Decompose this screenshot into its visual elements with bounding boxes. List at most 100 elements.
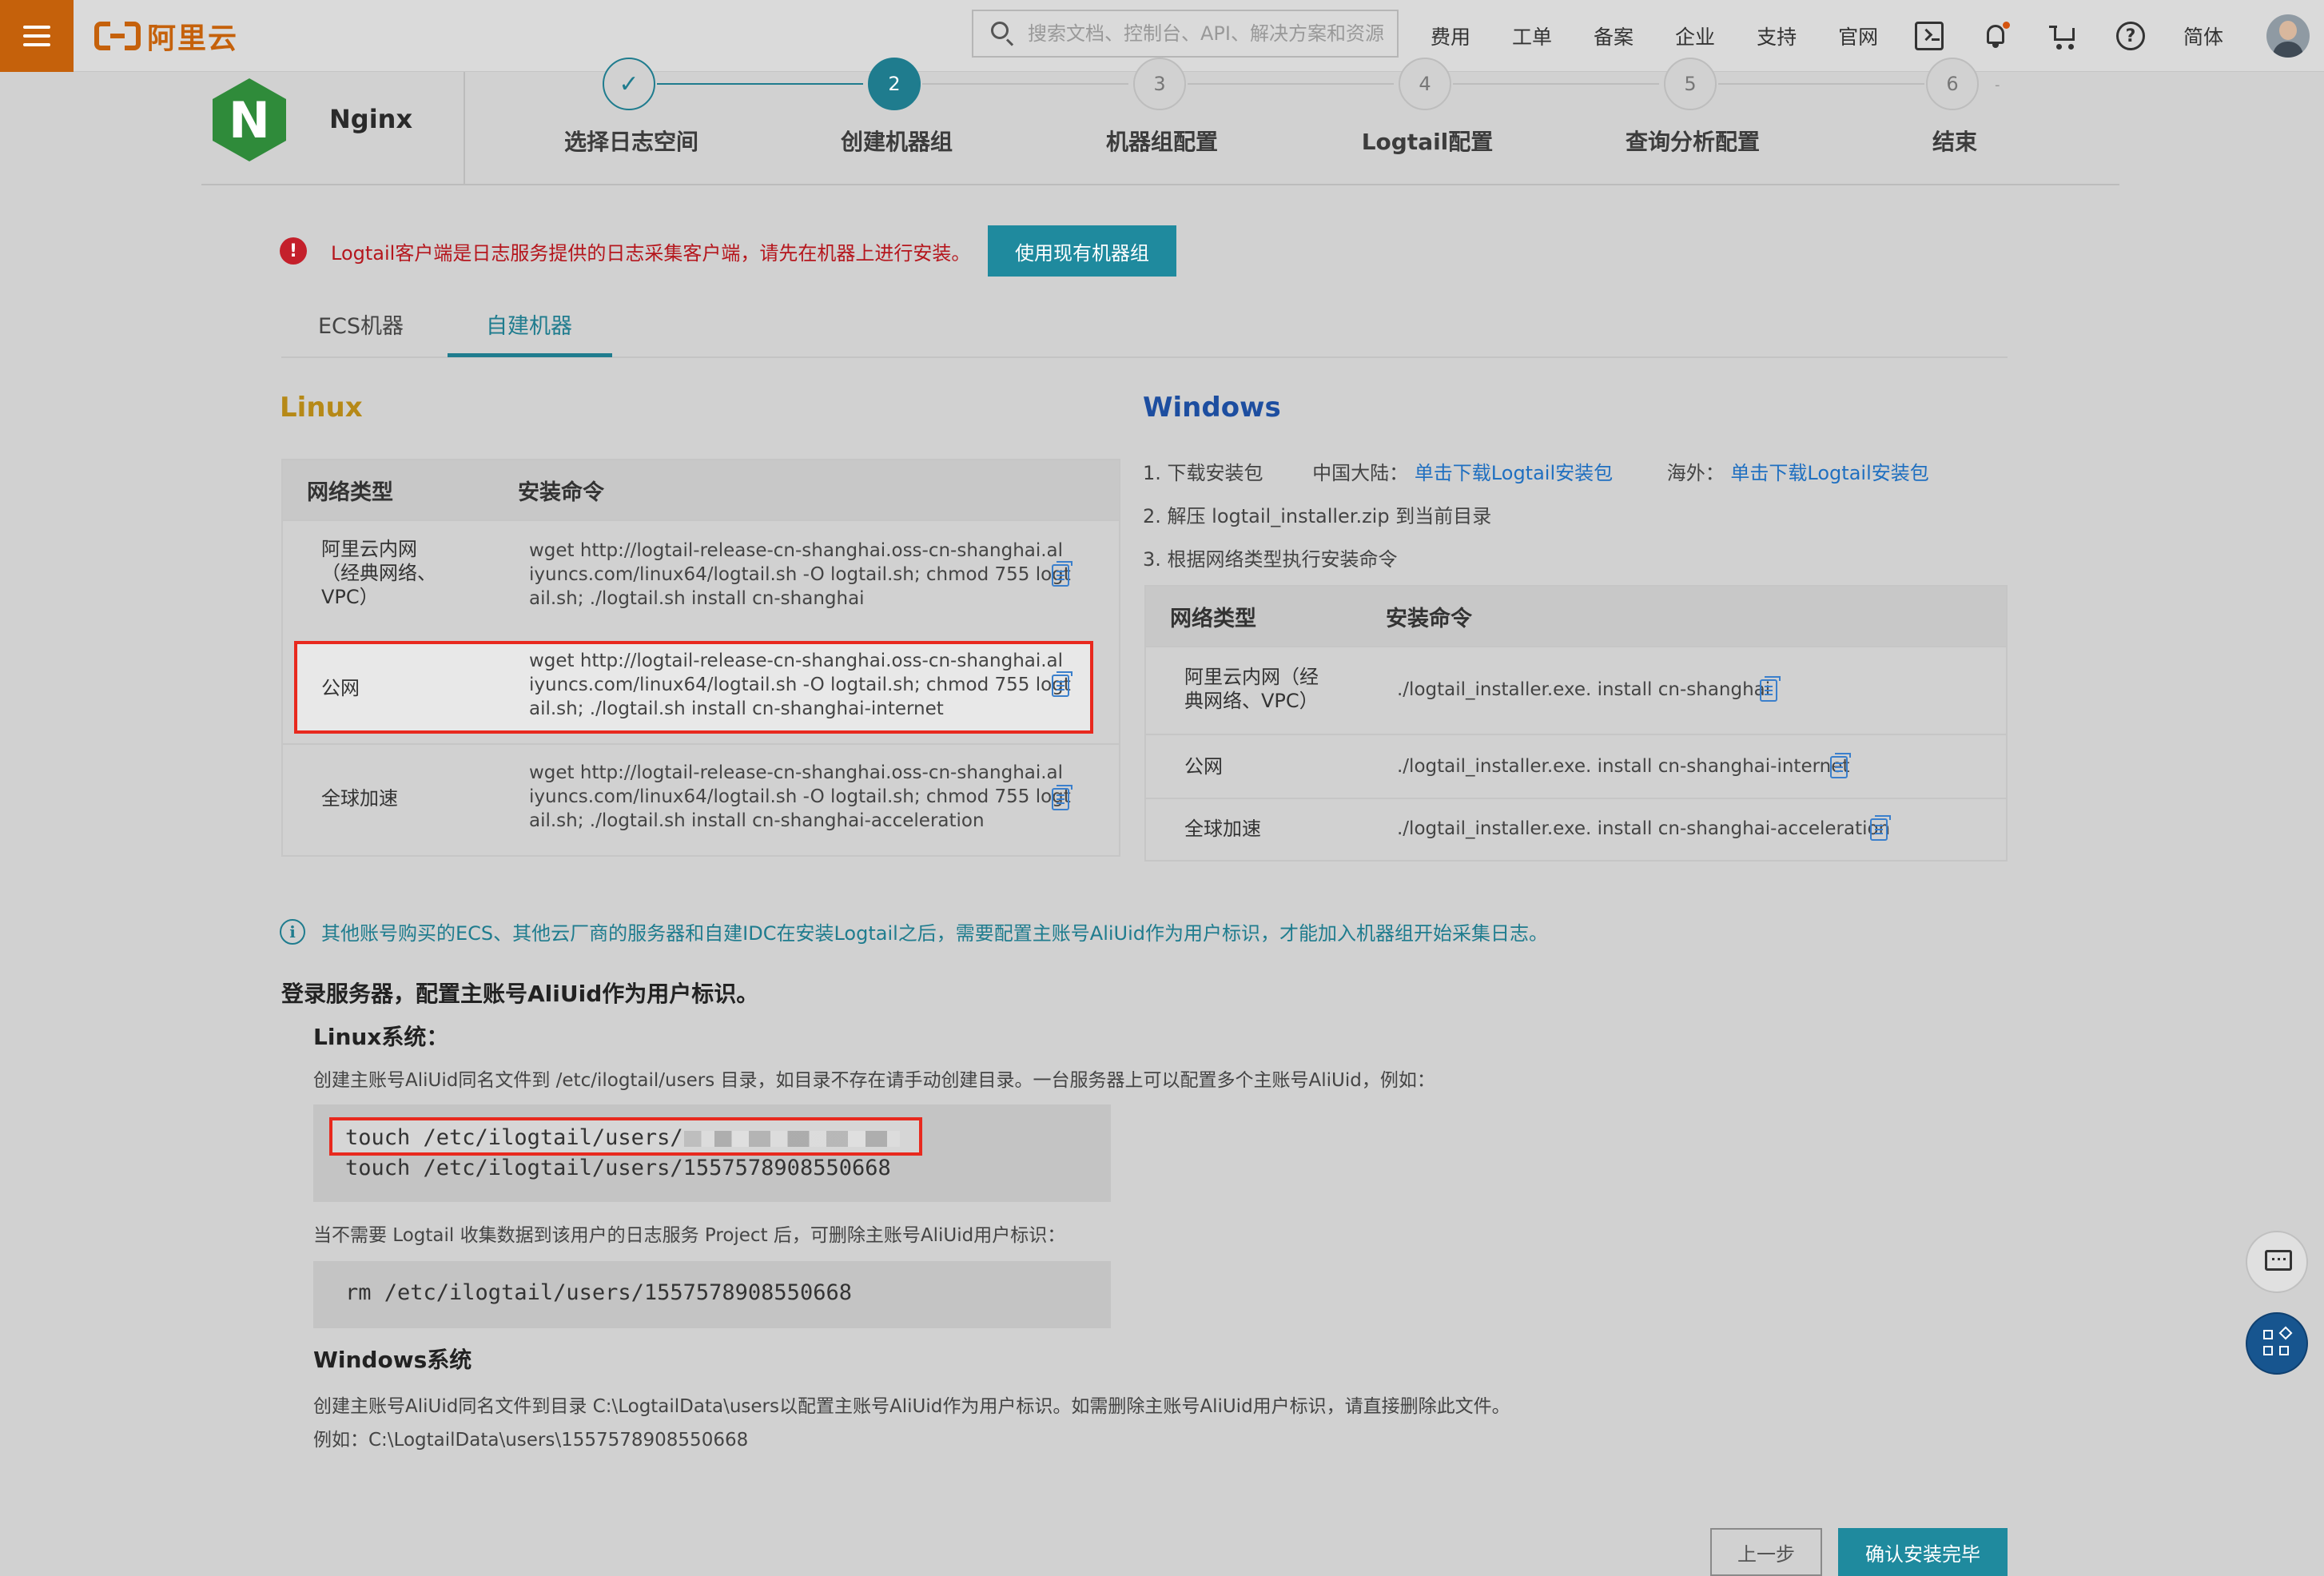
install-alert: ! Logtail客户端是日志服务提供的日志采集客户端，请先在机器上进行安装。	[280, 225, 970, 277]
terminal-icon[interactable]	[1915, 22, 1944, 50]
aliyun-logo[interactable]: 阿里云	[94, 18, 239, 55]
info-icon: i	[280, 918, 305, 945]
command-line: iyuncs.com/linux64/logtail.sh -O logtail…	[529, 786, 1071, 807]
linux-system-desc: 创建主账号AliUid同名文件到 /etc/ilogtail/users 目录，…	[313, 1070, 1435, 1091]
nginx-icon: N	[213, 78, 286, 161]
windows-title: Windows	[1143, 392, 1281, 424]
network-type-line: 全球加速	[1184, 818, 1261, 840]
col-network-type: 网络类型	[1170, 606, 1256, 631]
machine-tabs: ECS机器 自建机器	[281, 297, 2008, 358]
network-type: 阿里云内网（经 典网络、VPC）	[1184, 665, 1319, 713]
tab-ecs[interactable]: ECS机器	[318, 308, 404, 340]
info-text: 其他账号购买的ECS、其他云厂商的服务器和自建IDC在安装Logtail之后，需…	[321, 922, 1549, 945]
table-row: 全球加速 ./logtail_installer.exe. install cn…	[1146, 798, 2006, 860]
step-6-circle: 6	[1926, 58, 1979, 110]
link-support[interactable]: 支持	[1757, 22, 1797, 50]
windows-step-2: 2. 解压 logtail_installer.zip 到当前目录	[1143, 505, 1492, 527]
windows-system-desc: 创建主账号AliUid同名文件到目录 C:\LogtailData\users以…	[313, 1396, 1510, 1417]
linux-install-table: 网络类型 安装命令 阿里云内网 （经典网络、 VPC） wget http://…	[281, 459, 1120, 857]
copy-icon[interactable]	[1052, 671, 1072, 697]
link-tickets[interactable]: 工单	[1512, 22, 1552, 50]
network-type-line: 全球加速	[321, 787, 398, 810]
remove-desc: 当不需要 Logtail 收集数据到该用户的日志服务 Project 后，可删除…	[313, 1225, 1066, 1246]
copy-icon[interactable]	[1830, 753, 1851, 778]
apps-icon[interactable]	[2246, 1312, 2308, 1375]
help-icon[interactable]: ?	[2116, 22, 2145, 50]
windows-system-title: Windows系统	[313, 1347, 472, 1373]
step-3-label: 机器组配置	[1105, 129, 1218, 155]
command-line: wget http://logtail-release-cn-shanghai.…	[529, 651, 1064, 671]
download-link-overseas[interactable]: 单击下载Logtail安装包	[1730, 462, 1928, 484]
network-type-line: VPC）	[321, 586, 379, 608]
overseas-label: 海外：	[1666, 462, 1725, 484]
info-notice: i 其他账号购买的ECS、其他云厂商的服务器和自建IDC在安装Logtail之后…	[280, 917, 1548, 945]
top-icons: ? 简体	[1915, 0, 2310, 72]
network-type-line: 阿里云内网（经	[1184, 666, 1319, 688]
table-row: 公网 ./logtail_installer.exe. install cn-s…	[1146, 734, 2006, 798]
tab-custom-machine[interactable]: 自建机器	[486, 308, 572, 340]
link-official-site[interactable]: 官网	[1838, 22, 1878, 50]
linux-title: Linux	[280, 392, 363, 424]
step-2-label: 创建机器组	[840, 129, 953, 155]
link-icp[interactable]: 备案	[1594, 22, 1634, 50]
network-type-line: 公网	[1184, 755, 1223, 778]
step-1-text: 1. 下载安装包	[1143, 462, 1263, 484]
network-type: 全球加速	[1184, 817, 1261, 841]
copy-icon[interactable]	[1870, 815, 1891, 841]
step-connector	[657, 83, 863, 85]
step-1-circle: ✓	[603, 58, 655, 110]
step-4-circle: 4	[1399, 58, 1451, 110]
download-link-cn[interactable]: 单击下载Logtail安装包	[1415, 462, 1613, 484]
chat-icon[interactable]	[2246, 1231, 2308, 1293]
cart-icon[interactable]	[2049, 22, 2078, 50]
code-line: touch /etc/ilogtail/users/	[345, 1125, 683, 1150]
command-line: wget http://logtail-release-cn-shanghai.…	[529, 540, 1064, 561]
search-icon	[989, 20, 1017, 47]
network-type-line: 典网络、VPC）	[1184, 690, 1319, 712]
link-billing[interactable]: 费用	[1431, 22, 1470, 50]
col-network-type: 网络类型	[307, 480, 393, 505]
col-install-command: 安装命令	[1386, 606, 1472, 631]
command-line: ail.sh; ./logtail.sh install cn-shanghai…	[529, 810, 985, 831]
product-name: Nginx	[329, 104, 413, 134]
prev-step-button[interactable]: 上一步	[1710, 1528, 1822, 1576]
config-heading: 登录服务器，配置主账号AliUid作为用户标识。	[281, 981, 759, 1007]
code-line: touch /etc/ilogtail/users/15575789085506…	[345, 1156, 891, 1180]
step-3-circle: 3	[1133, 58, 1186, 110]
use-existing-group-button[interactable]: 使用现有机器组	[988, 225, 1176, 277]
avatar[interactable]	[2266, 14, 2310, 58]
bell-icon[interactable]	[1982, 22, 2011, 50]
table-row: 阿里云内网（经 典网络、VPC） ./logtail_installer.exe…	[1146, 646, 2006, 734]
step-5-label: 查询分析配置	[1625, 129, 1760, 155]
nginx-icon-letter: N	[229, 91, 270, 149]
command-line: wget http://logtail-release-cn-shanghai.…	[529, 762, 1064, 783]
logo-text: 阿里云	[147, 22, 239, 55]
header-divider	[464, 72, 465, 184]
command-line: ail.sh; ./logtail.sh install cn-shanghai…	[529, 698, 944, 719]
confirm-install-button[interactable]: 确认安装完毕	[1838, 1528, 2008, 1576]
table-row: 公网 wget http://logtail-release-cn-shangh…	[283, 630, 1119, 743]
network-type-line: （经典网络、	[321, 562, 436, 584]
step-connector	[1453, 83, 1659, 85]
network-type-line: 公网	[321, 677, 360, 699]
step-1-label: 选择日志空间	[563, 129, 698, 155]
language-switch[interactable]: 简体	[2183, 22, 2223, 50]
windows-install-table: 网络类型 安装命令 阿里云内网（经 典网络、VPC） ./logtail_ins…	[1144, 585, 2008, 862]
copy-icon[interactable]	[1052, 785, 1072, 810]
link-enterprise[interactable]: 企业	[1675, 22, 1715, 50]
network-type: 阿里云内网 （经典网络、 VPC）	[321, 537, 436, 609]
search-box[interactable]	[972, 10, 1399, 58]
install-command: wget http://logtail-release-cn-shanghai.…	[529, 539, 1071, 611]
menu-icon[interactable]	[0, 0, 74, 72]
copy-icon[interactable]	[1052, 561, 1072, 587]
header-bottom-divider	[201, 184, 2119, 185]
step-2-circle: 2	[868, 58, 921, 110]
copy-icon[interactable]	[1760, 676, 1781, 702]
windows-step-1: 1. 下载安装包 中国大陆： 单击下载Logtail安装包 海外： 单击下载Lo…	[1143, 457, 1929, 485]
command-line: iyuncs.com/linux64/logtail.sh -O logtail…	[529, 675, 1071, 695]
search-input[interactable]	[1028, 22, 1395, 45]
code-line: rm /etc/ilogtail/users/1557578908550668	[345, 1280, 852, 1305]
command-line: iyuncs.com/linux64/logtail.sh -O logtail…	[529, 564, 1071, 585]
step-5-circle: 5	[1664, 58, 1717, 110]
install-command: ./logtail_installer.exe. install cn-shan…	[1397, 679, 1771, 700]
